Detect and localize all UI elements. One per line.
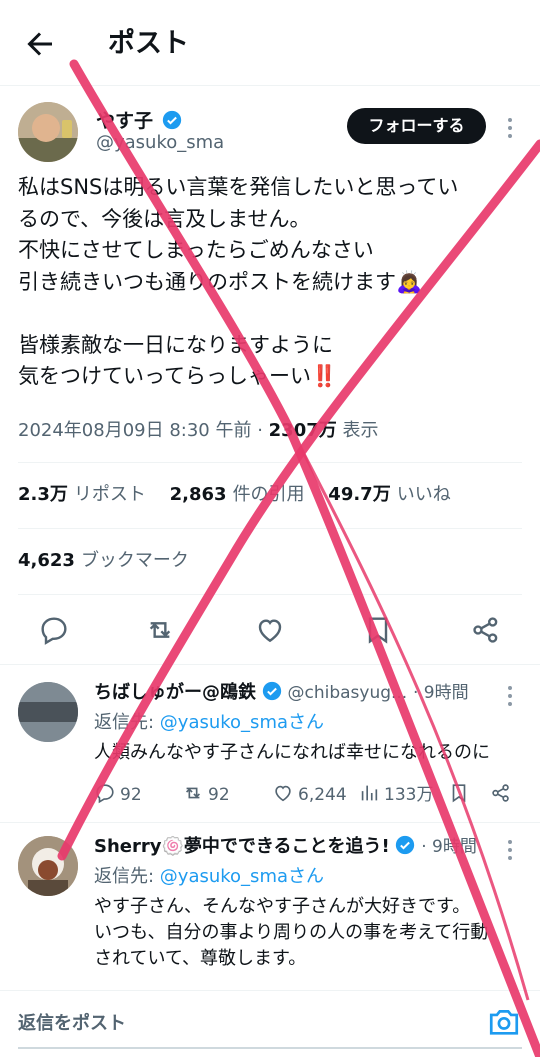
reply-to-prefix: 返信先: bbox=[94, 866, 160, 887]
reply-icon[interactable] bbox=[38, 614, 70, 646]
reply-to: 返信先: @yasuko_smaさん bbox=[94, 864, 324, 890]
author-name-row: やす子 bbox=[96, 106, 182, 133]
reply-text: 人類みんなやす子さんになれば幸せになれるのに bbox=[94, 742, 490, 763]
likes-label[interactable]: いいね bbox=[397, 484, 451, 505]
camera-icon[interactable] bbox=[487, 1005, 521, 1039]
author-avatar[interactable] bbox=[18, 102, 78, 162]
like-count: 6,244 bbox=[298, 785, 347, 805]
reply-to-handle[interactable]: @yasuko_smaさん bbox=[160, 712, 324, 733]
reply-item[interactable]: ちばしゅがー@鴎鉄 @chibasyug... · 9時間 返信先: @yasu… bbox=[0, 680, 540, 820]
post-meta: 2024年08月09日 8:30 午前 · 2307万 表示 bbox=[18, 420, 379, 441]
quotes-count[interactable]: 2,863 bbox=[170, 484, 227, 505]
avatar-photo-icon bbox=[18, 102, 78, 162]
reply-item[interactable]: Sherry🍥夢中でできることを追う! · 9時間 返信先: @yasuko_s… bbox=[0, 834, 540, 994]
reposts-label[interactable]: リポスト bbox=[74, 484, 146, 505]
reply-to-handle[interactable]: @yasuko_smaさん bbox=[160, 866, 324, 887]
reply-time: · 9時間 bbox=[412, 683, 469, 703]
reply-input[interactable]: 返信をポスト bbox=[18, 1009, 126, 1035]
views-chart-icon[interactable] bbox=[358, 782, 380, 804]
reposts-count[interactable]: 2.3万 bbox=[18, 484, 68, 505]
post-action-bar bbox=[0, 608, 540, 652]
top-bar: ポスト bbox=[0, 0, 540, 86]
share-icon[interactable] bbox=[490, 782, 512, 804]
reply-author-handle[interactable]: @chibasyug... bbox=[287, 683, 407, 703]
avatar-photo-icon bbox=[18, 836, 78, 896]
more-options-icon[interactable] bbox=[508, 686, 514, 710]
like-heart-icon[interactable] bbox=[254, 614, 286, 646]
reply-icon[interactable] bbox=[94, 782, 116, 804]
post-line: 皆様素敵な一日になりますように bbox=[18, 332, 333, 357]
likes-count[interactable]: 49.7万 bbox=[328, 484, 390, 505]
post-line: 気をつけていってらっしゃーい‼️ bbox=[18, 364, 338, 388]
reply-header: Sherry🍥夢中でできることを追う! · 9時間 bbox=[94, 834, 477, 860]
bookmarks-label[interactable]: ブックマーク bbox=[81, 550, 189, 571]
divider bbox=[0, 822, 540, 823]
author-handle[interactable]: @yasuko_sma bbox=[96, 132, 224, 153]
reply-header: ちばしゅがー@鴎鉄 @chibasyug... · 9時間 bbox=[94, 680, 469, 706]
bookmarks-count[interactable]: 4,623 bbox=[18, 550, 75, 571]
views-label: 表示 bbox=[342, 420, 379, 441]
reply-time: · 9時間 bbox=[421, 837, 477, 857]
share-icon[interactable] bbox=[470, 614, 502, 646]
bookmark-stats: 4,623 ブックマーク bbox=[18, 546, 207, 576]
quotes-label[interactable]: 件の引用 bbox=[233, 484, 305, 505]
divider bbox=[18, 528, 522, 529]
reply-avatar[interactable] bbox=[18, 836, 78, 896]
repost-icon[interactable] bbox=[144, 614, 176, 646]
reply-to-prefix: 返信先: bbox=[94, 712, 160, 733]
reply-avatar[interactable] bbox=[18, 682, 78, 742]
post-line: 引き続きいつも通りのポストを続けます🙇‍♀️ bbox=[18, 269, 423, 294]
like-heart-icon[interactable] bbox=[272, 782, 294, 804]
post-line bbox=[18, 298, 528, 330]
back-arrow-icon[interactable] bbox=[22, 26, 58, 62]
reply-author-name[interactable]: ちばしゅがー@鴎鉄 bbox=[94, 682, 256, 703]
divider bbox=[18, 462, 522, 463]
verified-badge-icon bbox=[262, 681, 281, 701]
reply-composer: 返信をポスト bbox=[0, 990, 540, 1057]
follow-button[interactable]: フォローする bbox=[347, 108, 486, 144]
divider bbox=[0, 664, 540, 665]
reply-count: 92 bbox=[120, 785, 142, 805]
reply-line: されていて、尊敬します。 bbox=[94, 948, 307, 969]
reply-line: いつも、自分の事より周りの人の事を考えて行動 bbox=[94, 922, 489, 943]
more-options-icon[interactable] bbox=[508, 840, 514, 864]
author-name[interactable]: やす子 bbox=[96, 110, 153, 132]
more-options-icon[interactable] bbox=[508, 118, 514, 142]
avatar-photo-icon bbox=[18, 682, 78, 742]
divider bbox=[18, 594, 522, 595]
post-line: 私はSNSは明るい言葉を発信したいと思ってい bbox=[18, 175, 459, 199]
repost-icon[interactable] bbox=[182, 782, 204, 804]
input-underline bbox=[18, 1047, 522, 1049]
post-timestamp[interactable]: 2024年08月09日 8:30 午前 bbox=[18, 420, 251, 441]
post-line: 不快にさせてしまったらごめんなさい bbox=[18, 238, 374, 262]
bookmark-icon[interactable] bbox=[448, 782, 470, 804]
bookmark-icon[interactable] bbox=[362, 614, 394, 646]
post-line: るので、今後は言及しません。 bbox=[18, 206, 311, 231]
view-count: 133万 bbox=[384, 785, 434, 805]
reply-to: 返信先: @yasuko_smaさん bbox=[94, 710, 324, 736]
engagement-stats: 2.3万 リポスト 2,863 件の引用 49.7万 いいね bbox=[18, 480, 469, 510]
verified-badge-icon bbox=[396, 835, 415, 855]
views-count: 2307万 bbox=[268, 420, 337, 441]
page-title: ポスト bbox=[108, 28, 189, 59]
reply-author-name[interactable]: Sherry🍥夢中でできることを追う! bbox=[94, 836, 390, 857]
reply-action-bar: 92 92 6,244 133万 bbox=[94, 780, 534, 810]
reply-line: やす子さん、そんなやす子さんが大好きです。 bbox=[94, 896, 471, 917]
post-body: 私はSNSは明るい言葉を発信したいと思ってい るので、今後は言及しません。 不快… bbox=[18, 172, 528, 393]
reply-text: やす子さん、そんなやす子さんが大好きです。 いつも、自分の事より周りの人の事を考… bbox=[94, 894, 524, 972]
verified-badge-icon bbox=[162, 110, 182, 130]
repost-count: 92 bbox=[208, 785, 230, 805]
